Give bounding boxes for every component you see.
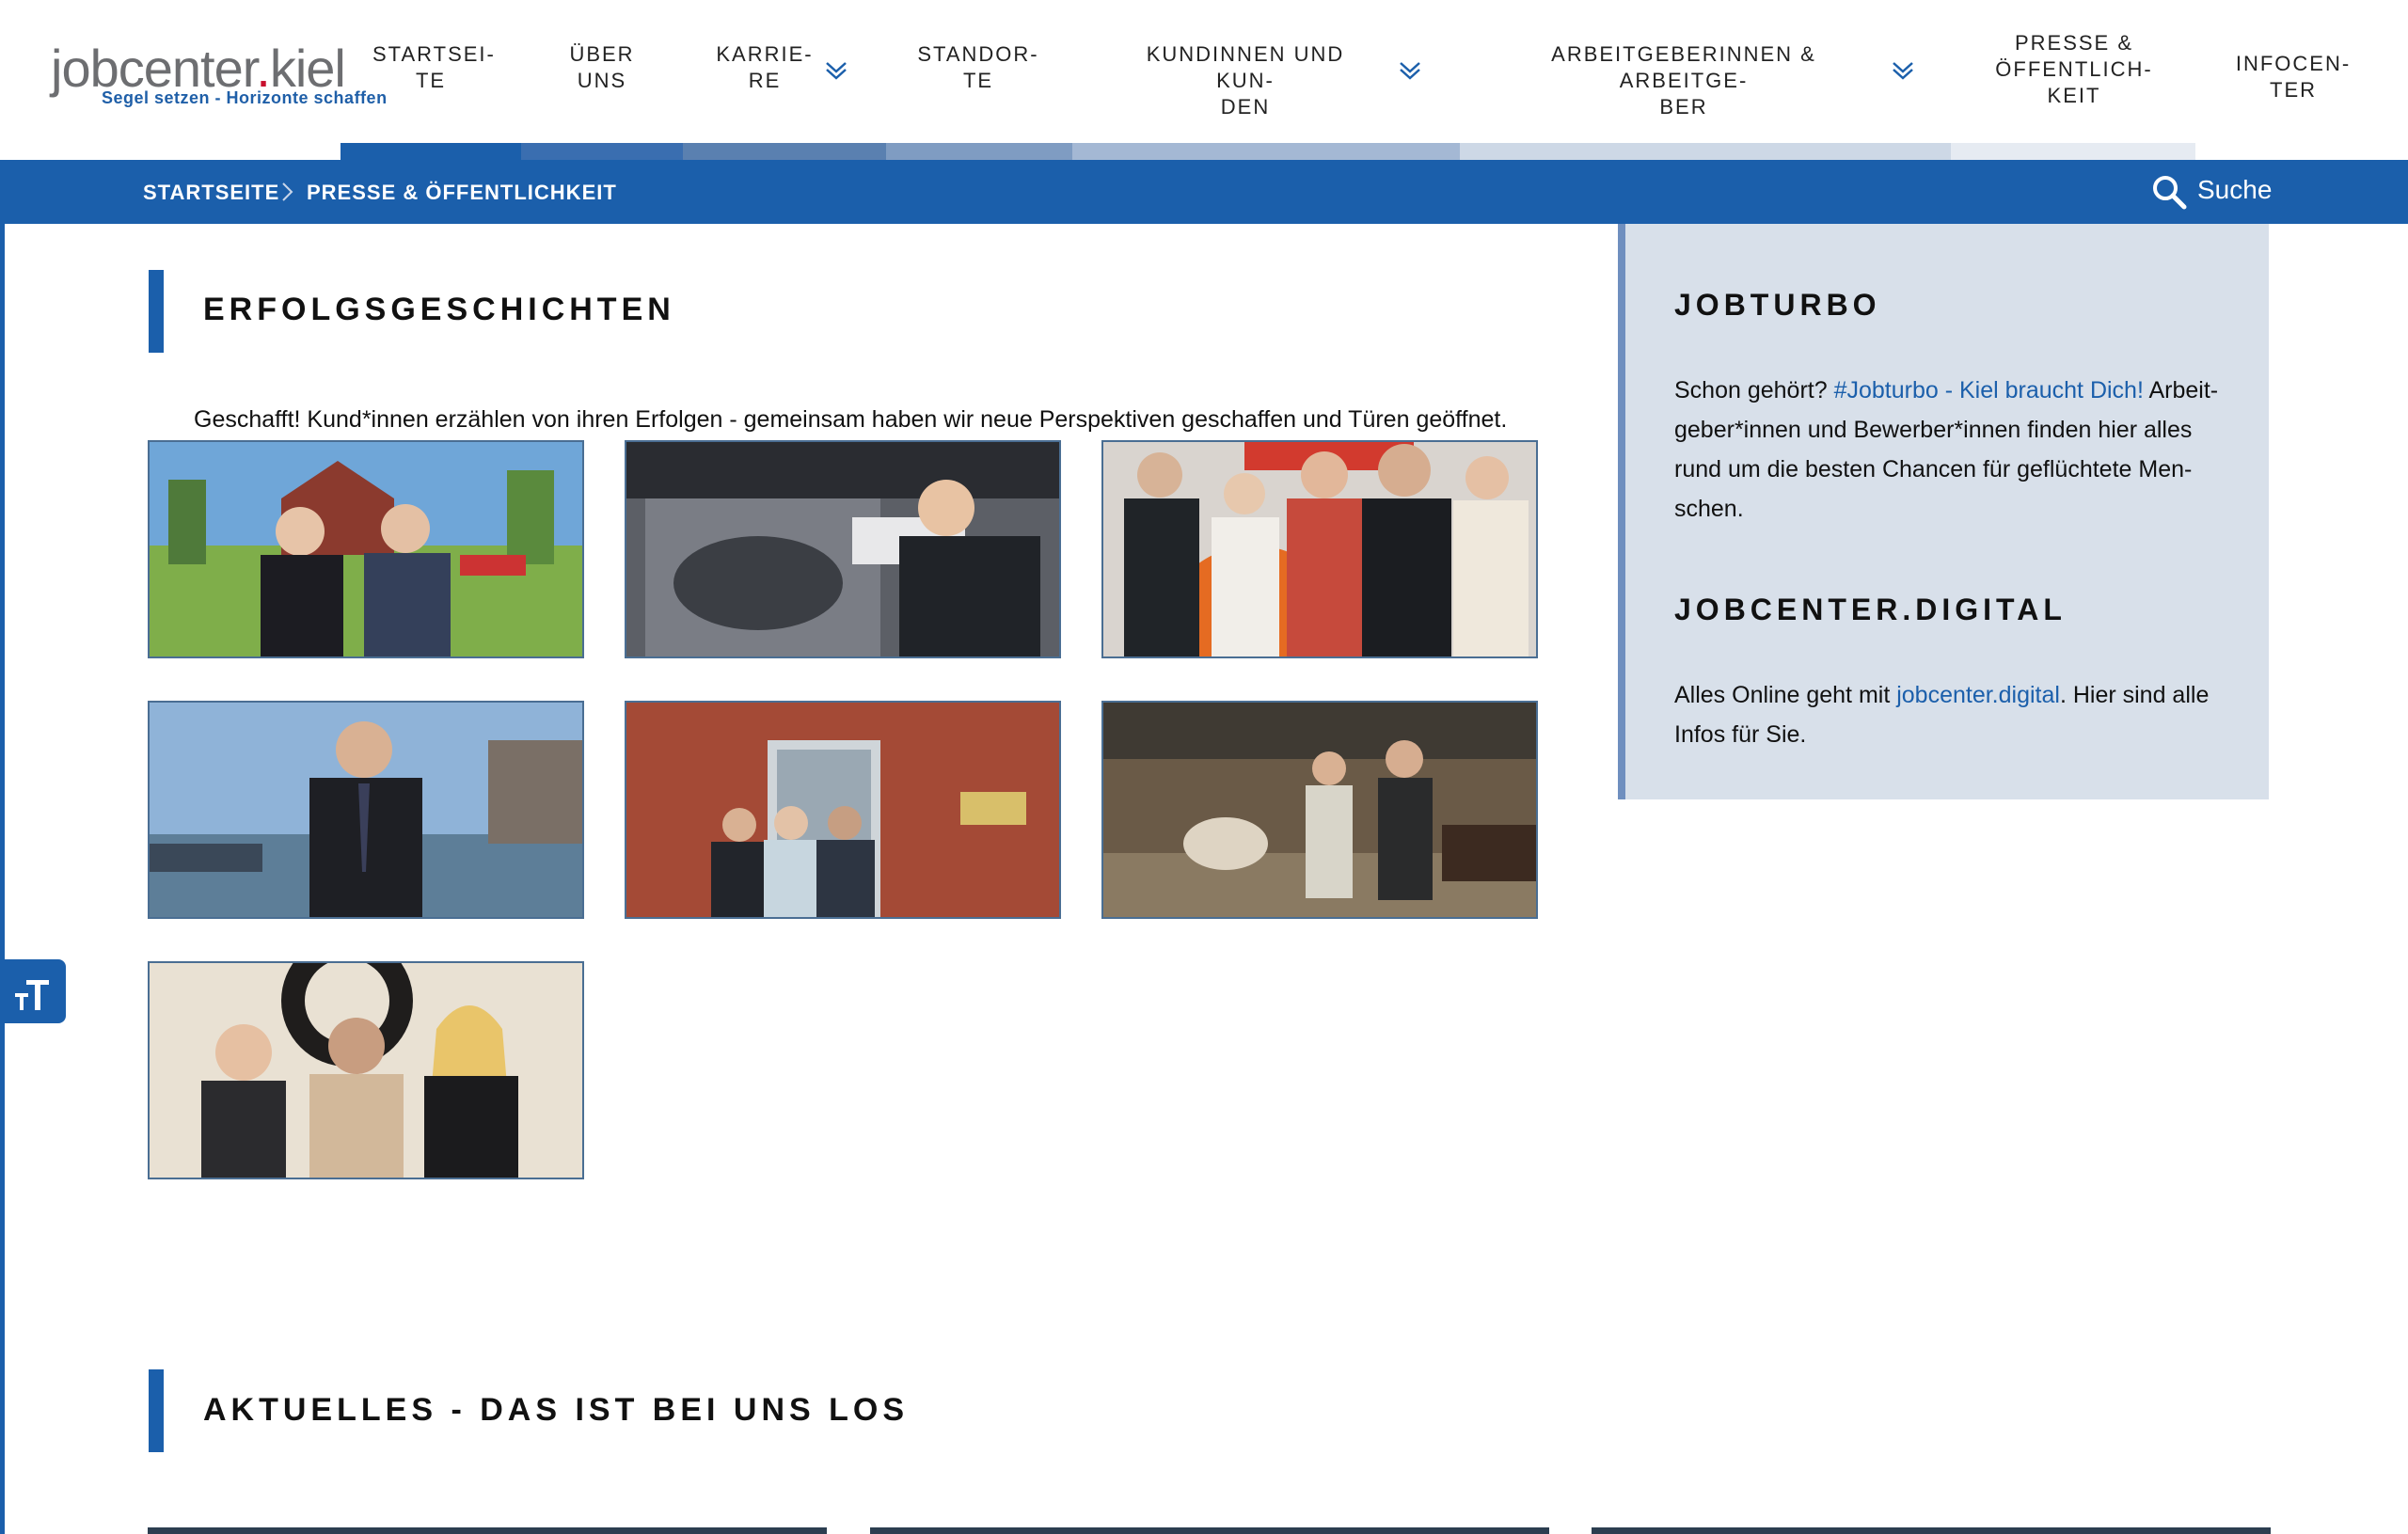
jobcenter-digital-link[interactable]: jobcenter.digital	[1896, 682, 2060, 708]
sidebar-text-digital: Alles Online geht mit jobcenter.digital.…	[1674, 682, 2210, 748]
nav-item-kundinnen-und-kunden[interactable]: KUNDINNEN UND KUN- DEN	[1114, 41, 1377, 120]
breadcrumb-bar: STARTSEITE PRESSE & ÖFFENTLICHKEIT Suche	[0, 160, 2408, 224]
chevron-double-down-icon[interactable]	[1891, 58, 1915, 83]
news-card[interactable]	[870, 1527, 1549, 1534]
nav-item-standorte[interactable]: STANDOR- TE	[912, 41, 1044, 94]
jobcenter-kiel-logo[interactable]: jobcenter.kiel Segel setzen - Horizonte …	[51, 38, 387, 122]
sidebar-border	[1618, 224, 1625, 799]
section-intro: Geschafft! Kund*innen erzählen von ihren…	[194, 406, 1508, 433]
section-accent-bar	[149, 1369, 164, 1452]
story-image-2[interactable]	[625, 440, 1061, 658]
section-title-aktuelles: AKTUELLES - DAS IST BEI UNS LOS	[203, 1392, 910, 1428]
search-icon	[2153, 176, 2187, 210]
nav-strip	[1951, 143, 2195, 160]
left-edge-line	[0, 224, 5, 1534]
site-header: jobcenter.kiel Segel setzen - Horizonte …	[0, 0, 2408, 160]
nav-item-startseite[interactable]: STARTSEI- TE	[372, 41, 494, 94]
nav-strip	[683, 143, 886, 160]
story-image-5[interactable]	[625, 701, 1061, 919]
nav-strip	[886, 143, 1072, 160]
news-card[interactable]	[148, 1527, 827, 1534]
nav-strip	[1460, 143, 1951, 160]
nav-strip	[341, 143, 521, 160]
breadcrumb-startseite[interactable]: STARTSEITE	[143, 181, 279, 205]
nav-strip	[521, 143, 683, 160]
nav-item-infocenter[interactable]: INFOCEN- TER	[2227, 51, 2359, 103]
text-size-icon	[15, 980, 49, 1010]
jobturbo-link[interactable]: #Jobturbo - Kiel braucht Dich!	[1834, 377, 2144, 403]
chevron-double-down-icon[interactable]	[1398, 58, 1422, 83]
breadcrumb-presse[interactable]: PRESSE & ÖFFENTLICHKEIT	[307, 181, 617, 205]
sidebar-title-jobcenter-digital: JOBCENTER.DIGITAL	[1674, 593, 2067, 626]
sidebar-text-jobturbo: Schon gehört? #Jobturbo - Kiel braucht D…	[1674, 377, 2219, 522]
story-image-4[interactable]	[148, 701, 584, 919]
nav-strip	[1072, 143, 1460, 160]
sidebar-title-jobturbo: JOBTURBO	[1674, 288, 1881, 322]
story-image-6[interactable]	[1101, 701, 1538, 919]
text-size-button[interactable]	[0, 959, 66, 1023]
nav-item-karriere[interactable]: KARRIE- RE	[713, 41, 816, 94]
nav-item-ueber-uns[interactable]: ÜBER UNS	[555, 41, 649, 94]
section-accent-bar	[149, 270, 164, 353]
story-image-1[interactable]	[148, 440, 584, 658]
nav-item-presse[interactable]: PRESSE & ÖFFENTLICH- KEIT	[1985, 30, 2163, 109]
nav-item-arbeitgeberinnen[interactable]: ARBEITGEBERINNEN & ARBEITGE- BER	[1496, 41, 1872, 120]
chevron-right-icon	[278, 179, 297, 205]
story-image-7[interactable]	[148, 961, 584, 1179]
news-card[interactable]	[1592, 1527, 2271, 1534]
chevron-double-down-icon[interactable]	[824, 58, 848, 83]
section-title-erfolgsgeschichten: ERFOLGSGESCHICHTEN	[203, 292, 675, 327]
search-label: Suche	[2197, 175, 2273, 204]
logo-tagline: Segel setzen - Horizonte schaffen	[102, 88, 388, 107]
story-image-3[interactable]	[1101, 440, 1538, 658]
